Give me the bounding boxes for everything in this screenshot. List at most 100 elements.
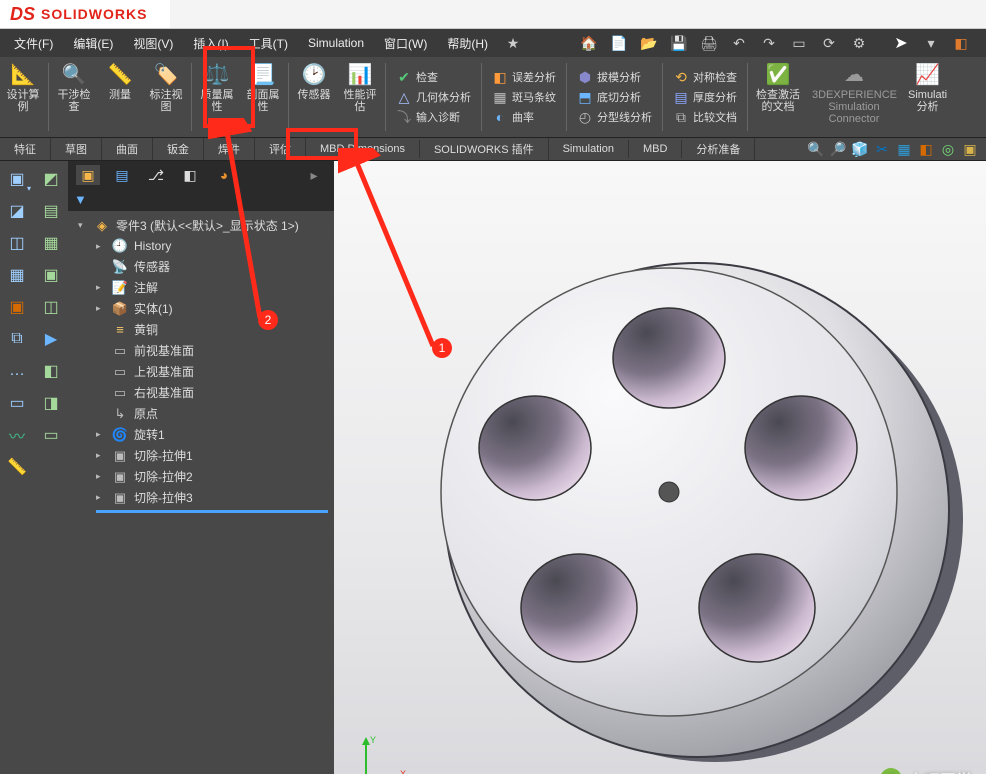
tree-root[interactable]: ▾ ◈ 零件3 (默认<<默认>_显示状态 1>)	[70, 215, 332, 236]
tab-1[interactable]: 草图	[51, 138, 102, 160]
ribbon-btn-4[interactable]: ⚖️质量属性	[194, 57, 240, 137]
rail2-study-icon[interactable]: ◩	[39, 167, 63, 191]
tree-item-11[interactable]: ▸▣切除-拉伸2	[70, 466, 332, 487]
rail-boss-icon[interactable]: ▣	[5, 295, 29, 319]
ribbon-btn-1[interactable]: 🔍干涉检查	[51, 57, 97, 137]
display-style-icon[interactable]: ▦	[894, 140, 914, 158]
rail2-mesh-icon[interactable]: ◫	[39, 295, 63, 319]
menu-6[interactable]: 窗口(W)	[374, 31, 437, 56]
ribbon-mini-0-1[interactable]: △几何体分析	[392, 87, 475, 107]
rail-cube-icon[interactable]: ▣▾	[5, 167, 29, 191]
tree-item-8[interactable]: ↳原点	[70, 403, 332, 424]
rail-dots-icon[interactable]: …	[5, 359, 29, 383]
ribbon-mini-3-0[interactable]: ⟲对称检查	[669, 67, 741, 87]
view-orient-icon[interactable]: 🧊	[850, 140, 870, 158]
rail-feature-icon[interactable]: ◫	[5, 231, 29, 255]
menu-0[interactable]: 文件(F)	[4, 31, 63, 56]
tree-item-12[interactable]: ▸▣切除-拉伸3	[70, 487, 332, 508]
zoom-area-icon[interactable]: 🔎	[828, 140, 848, 158]
tree-item-7[interactable]: ▭右视基准面	[70, 382, 332, 403]
dropdown-icon[interactable]: ▾	[920, 32, 942, 54]
options-icon[interactable]: ⚙	[848, 32, 870, 54]
rail2-result-icon[interactable]: ◧	[39, 359, 63, 383]
ribbon-mini-0-2[interactable]: ⤵输入诊断	[392, 107, 475, 127]
menu-4[interactable]: 工具(T)	[239, 31, 298, 56]
tree-item-6[interactable]: ▭上视基准面	[70, 361, 332, 382]
tree-item-2[interactable]: ▸📝注解	[70, 277, 332, 298]
graphics-viewport[interactable]: Y X Z	[334, 161, 986, 774]
rail2-plot-icon[interactable]: ◨	[39, 391, 63, 415]
cube-icon[interactable]: ▣	[960, 140, 980, 158]
tree-item-1[interactable]: 📡传感器	[70, 256, 332, 277]
tree-item-9[interactable]: ▸🌀旋转1	[70, 424, 332, 445]
ribbon-mini-0-0[interactable]: ✔检查	[392, 67, 475, 87]
ribbon-btn-3[interactable]: 🏷️标注视图	[143, 57, 189, 137]
ribbon-btn-7[interactable]: 📊性能评估	[337, 57, 383, 137]
ribbon-mini-2-0[interactable]: ⬢拔模分析	[573, 67, 656, 87]
rail2-load-icon[interactable]: ▣	[39, 263, 63, 287]
save-icon[interactable]: 💾	[668, 32, 690, 54]
menu-5[interactable]: Simulation	[298, 32, 374, 54]
tab-2[interactable]: 曲面	[102, 138, 153, 160]
fm-tree-tab-icon[interactable]: ▣	[76, 165, 100, 185]
fm-config-tab-icon[interactable]: ⎇	[144, 165, 168, 185]
tab-8[interactable]: Simulation	[549, 140, 629, 158]
home-icon[interactable]: 🏠	[578, 32, 600, 54]
ribbon-trail-1[interactable]: ☁3DEXPERIENCESimulationConnector	[806, 57, 902, 137]
ribbon-btn-5[interactable]: 📃剖面属性	[240, 57, 286, 137]
ribbon-mini-2-2[interactable]: ◴分型线分析	[573, 107, 656, 127]
ribbon-mini-1-1[interactable]: ▦斑马条纹	[488, 87, 560, 107]
tree-item-4[interactable]: ≡黄铜	[70, 319, 332, 340]
menu-3[interactable]: 插入(I)	[183, 31, 238, 56]
rail-pattern-icon[interactable]: ▦	[5, 263, 29, 287]
ribbon-btn-6[interactable]: 🕑传感器	[291, 57, 337, 137]
ribbon-btn-2[interactable]: 📏测量	[97, 57, 143, 137]
tree-item-10[interactable]: ▸▣切除-拉伸1	[70, 445, 332, 466]
rail-ruler-icon[interactable]: 📏	[5, 455, 29, 479]
rail2-material-icon[interactable]: ▤	[39, 199, 63, 223]
cursor-icon[interactable]: ➤	[890, 32, 912, 54]
tab-4[interactable]: 焊件	[204, 138, 255, 160]
tab-5[interactable]: 评估	[255, 138, 306, 160]
tree-item-3[interactable]: ▸📦实体(1)	[70, 298, 332, 319]
palette-icon[interactable]: ◧	[950, 32, 972, 54]
tab-3[interactable]: 钣金	[153, 138, 204, 160]
tab-7[interactable]: SOLIDWORKS 插件	[420, 138, 549, 160]
menu-2[interactable]: 视图(V)	[123, 31, 183, 56]
section-icon[interactable]: ✂	[872, 140, 892, 158]
ribbon-mini-3-2[interactable]: ⧉比较文档	[669, 107, 741, 127]
ribbon-btn-0[interactable]: 📐设计算例	[0, 57, 46, 137]
ribbon-mini-1-2[interactable]: ◐曲率	[488, 107, 560, 127]
scene-icon[interactable]: ◧	[916, 140, 936, 158]
rail2-report-icon[interactable]: ▭	[39, 423, 63, 447]
print-icon[interactable]: 🖨	[698, 32, 720, 54]
help-star-icon[interactable]: ★	[502, 32, 524, 54]
ribbon-mini-3-1[interactable]: ▤厚度分析	[669, 87, 741, 107]
zoom-icon[interactable]: 🔍	[806, 140, 826, 158]
appearance-icon[interactable]: ◎	[938, 140, 958, 158]
tab-9[interactable]: MBD	[629, 140, 682, 158]
fm-appearance-tab-icon[interactable]: ◕	[212, 165, 236, 185]
rail-plane-icon[interactable]: ▭	[5, 391, 29, 415]
fm-more-tab-icon[interactable]: ▸	[302, 165, 326, 185]
rebuild-icon[interactable]: ⟳	[818, 32, 840, 54]
ribbon-trail-2[interactable]: 📈Simulati分析	[902, 57, 953, 137]
tree-item-0[interactable]: ▸🕘History	[70, 236, 332, 256]
undo-icon[interactable]: ↶	[728, 32, 750, 54]
rail-sketch-icon[interactable]: ◪	[5, 199, 29, 223]
tab-6[interactable]: MBD Dimensions	[306, 140, 420, 158]
ribbon-mini-2-1[interactable]: ⬒底切分析	[573, 87, 656, 107]
tab-0[interactable]: 特征	[0, 138, 51, 160]
tree-item-5[interactable]: ▭前视基准面	[70, 340, 332, 361]
ribbon-mini-1-0[interactable]: ◧误差分析	[488, 67, 560, 87]
menu-1[interactable]: 编辑(E)	[63, 31, 123, 56]
open-icon[interactable]: 📂	[638, 32, 660, 54]
redo-icon[interactable]: ↷	[758, 32, 780, 54]
feature-filter[interactable]: ▼	[68, 189, 334, 211]
rail2-run-icon[interactable]: ▶	[39, 327, 63, 351]
menu-7[interactable]: 帮助(H)	[437, 31, 498, 56]
rail2-fixture-icon[interactable]: ▦	[39, 231, 63, 255]
rail-curve-icon[interactable]: 〰	[5, 423, 29, 447]
tab-10[interactable]: 分析准备	[682, 138, 755, 160]
select-icon[interactable]: ▭	[788, 32, 810, 54]
